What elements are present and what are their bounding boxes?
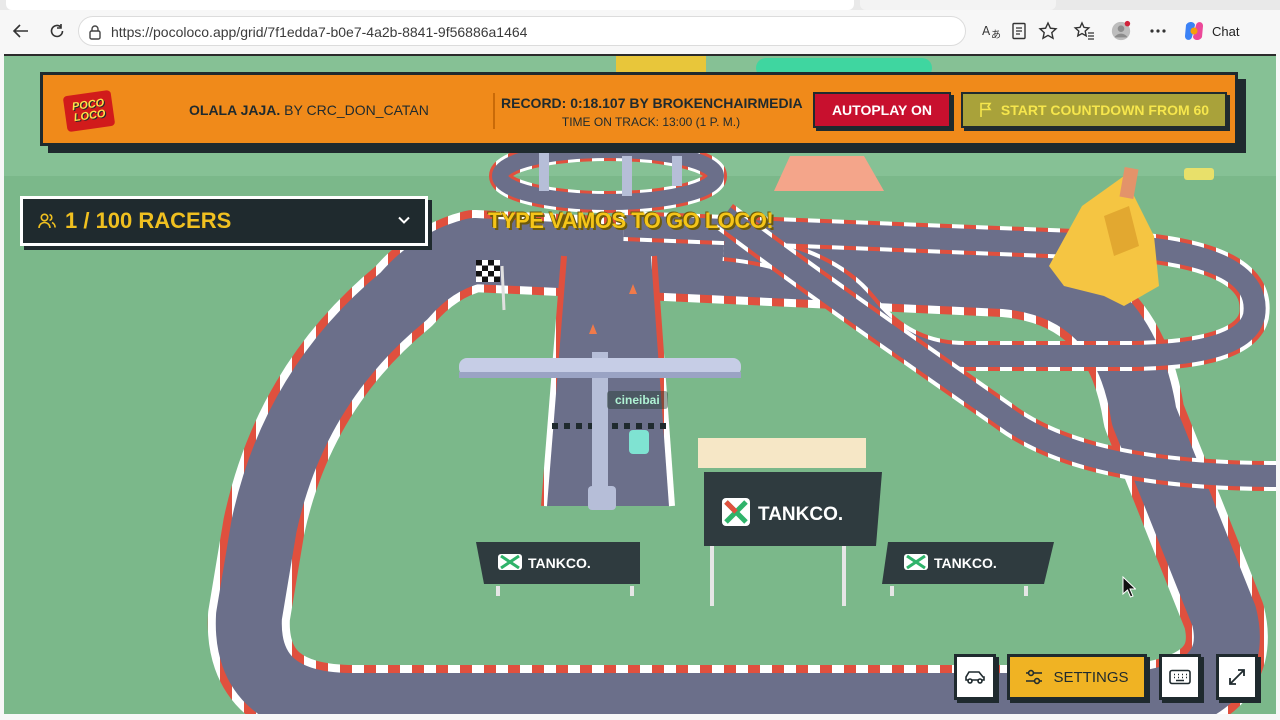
- autoplay-button[interactable]: AUTOPLAY ON: [813, 92, 951, 128]
- game-header-banner: POCO LOCO OLALA JAJA. BY CRC_DON_CATAN R…: [40, 72, 1238, 146]
- url-text[interactable]: https://pocoloco.app/grid/7f1edda7-b0e7-…: [111, 24, 527, 40]
- keyboard-icon: [1169, 669, 1191, 685]
- expand-icon: [1229, 669, 1245, 685]
- profile-avatar-icon[interactable]: [1110, 20, 1132, 42]
- address-bar[interactable]: https://pocoloco.app/grid/7f1edda7-b0e7-…: [78, 16, 966, 46]
- car-icon: [965, 671, 985, 684]
- favorites-icon[interactable]: [1073, 20, 1095, 42]
- tankco-logo-icon: [904, 554, 928, 570]
- translate-icon[interactable]: Aあ: [980, 20, 1002, 42]
- fullscreen-button[interactable]: [1216, 654, 1258, 700]
- favorite-star-icon[interactable]: [1037, 20, 1059, 42]
- banner-divider: [493, 93, 495, 129]
- time-on-track: TIME ON TRACK: 13:00 (1 P. M.): [561, 115, 741, 129]
- player-name-tag: cineibai: [607, 391, 668, 409]
- site-info-icon[interactable]: [88, 24, 102, 45]
- back-icon[interactable]: [8, 18, 34, 44]
- chat-label: Chat: [1212, 23, 1240, 39]
- track-author: BY CRC_DON_CATAN: [284, 102, 429, 118]
- chevron-down-icon: [398, 216, 410, 224]
- settings-button[interactable]: SETTINGS: [1007, 654, 1147, 700]
- record-text: RECORD: 0:18.107 BY BROKENCHAIRMEDIA: [501, 95, 803, 111]
- tab-strip: [0, 0, 1280, 10]
- game-viewport[interactable]: TANKCO. TANKCO. TANKCO. POCO LOCO OLALA …: [4, 54, 1276, 714]
- reader-mode-icon[interactable]: [1008, 20, 1030, 42]
- go-loco-prompt: TYPE VAMOS TO GO LOCO!: [488, 208, 774, 233]
- racers-dropdown[interactable]: 1 / 100 RACERS: [20, 196, 428, 246]
- tab[interactable]: [860, 0, 1056, 10]
- track-title: OLALA JAJA. BY CRC_DON_CATAN: [189, 102, 429, 118]
- keyboard-button[interactable]: [1159, 654, 1201, 700]
- sliders-icon: [1026, 669, 1043, 685]
- users-icon: [38, 213, 56, 229]
- copilot-icon: [1185, 22, 1203, 40]
- tankco-logo-icon: [498, 554, 522, 570]
- race-track-scene[interactable]: TANKCO. TANKCO. TANKCO.: [4, 56, 1276, 714]
- copilot-chat-button[interactable]: Chat: [1182, 18, 1248, 44]
- flag-icon: [980, 102, 992, 117]
- poco-loco-logo: POCO LOCO: [62, 89, 116, 133]
- racer-count: 1 / 100 RACERS: [65, 208, 232, 233]
- active-tab[interactable]: [6, 0, 854, 10]
- car-select-button[interactable]: [954, 654, 996, 700]
- svg-text:A: A: [982, 24, 991, 38]
- billboard-right-text: TANKCO.: [934, 555, 997, 571]
- refresh-icon[interactable]: [44, 18, 70, 44]
- track-name: OLALA JAJA.: [189, 102, 281, 118]
- start-countdown-button[interactable]: START COUNTDOWN FROM 60: [961, 92, 1227, 128]
- tankco-logo-icon: [722, 498, 750, 526]
- countdown-label: START COUNTDOWN FROM 60: [1000, 102, 1210, 118]
- logo-line-2: LOCO: [73, 107, 107, 125]
- billboard-center-text: TANKCO.: [758, 504, 843, 525]
- browser-toolbar: https://pocoloco.app/grid/7f1edda7-b0e7-…: [0, 10, 1280, 52]
- billboard-left-text: TANKCO.: [528, 555, 591, 571]
- player-car: [629, 430, 649, 454]
- svg-text:あ: あ: [991, 29, 1001, 40]
- settings-label: SETTINGS: [1053, 668, 1129, 686]
- mouse-cursor-icon: [1122, 576, 1136, 598]
- more-menu-icon[interactable]: [1147, 20, 1169, 42]
